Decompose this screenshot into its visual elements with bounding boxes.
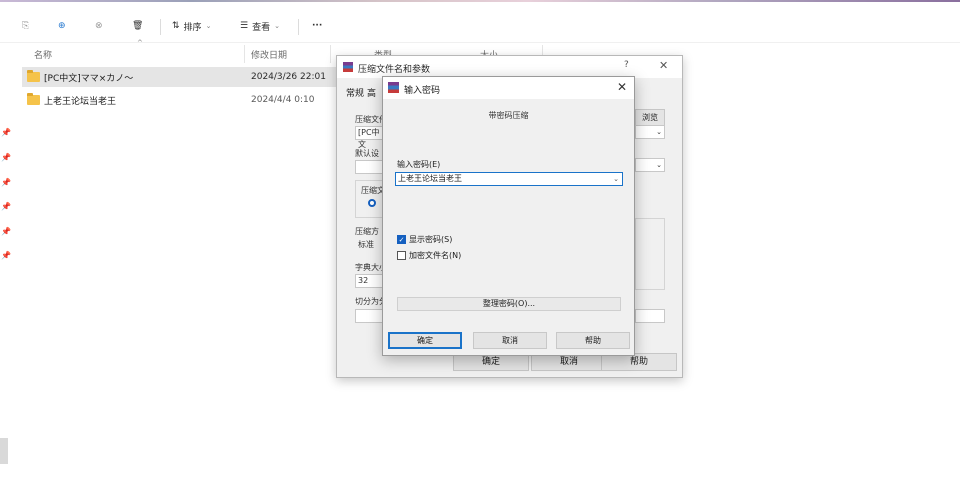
show-password-label: 显示密码(S): [409, 235, 453, 244]
password-dialog: 输入密码 ✕ 带密码压缩 输入密码(E) 上老王论坛当老王 ⌄ ✓ 显示密码(S…: [382, 76, 635, 356]
share-button[interactable]: ⊗: [95, 16, 103, 36]
pin-icon[interactable]: 📌: [1, 227, 11, 236]
file-name: [PC中文]ママ×カノ～: [44, 73, 134, 84]
pin-icon[interactable]: 📌: [1, 202, 11, 211]
dialog-title: 输入密码: [404, 86, 441, 96]
default-profile-label: 默认设: [355, 149, 379, 158]
dict-size-value[interactable]: 32: [355, 274, 383, 288]
pin-icon[interactable]: 📌: [1, 153, 11, 162]
view-label: 查看: [252, 22, 271, 33]
file-date: 2024/4/4 0:10: [251, 95, 315, 105]
format-radio[interactable]: [368, 199, 376, 207]
copy-icon: ⎘: [22, 20, 30, 31]
password-label: 输入密码(E): [397, 160, 441, 169]
file-row[interactable]: 上老王论坛当老王 2024/4/4 0:10: [22, 90, 340, 110]
dialog-title: 压缩文件名和参数: [358, 65, 431, 75]
profile-field[interactable]: [355, 160, 383, 174]
method-label: 压缩方: [355, 227, 379, 236]
checkbox-checked-icon: ✓: [397, 235, 406, 244]
file-name: 上老王论坛当老王: [44, 96, 117, 107]
view-button[interactable]: ☰ 查看 ⌄: [240, 16, 280, 36]
copy-button[interactable]: ⎘: [22, 16, 29, 36]
password-input[interactable]: 上老王论坛当老王 ⌄: [395, 172, 623, 186]
dialog-titlebar[interactable]: 输入密码 ✕: [383, 77, 634, 99]
cancel-button[interactable]: 取消: [473, 332, 547, 349]
pin-icon[interactable]: 📌: [1, 251, 11, 260]
chevron-down-icon: ⌄: [274, 22, 280, 30]
help-button[interactable]: 帮助: [556, 332, 630, 349]
file-row[interactable]: [PC中文]ママ×カノ～ 2024/3/26 22:01: [22, 67, 340, 87]
file-date: 2024/3/26 22:01: [251, 72, 326, 82]
pin-icon[interactable]: 📌: [1, 178, 11, 187]
toolbar-divider: [160, 19, 161, 35]
chevron-down-icon: ⌄: [656, 161, 662, 169]
password-value: 上老王论坛当老王: [398, 174, 462, 183]
more-icon: ···: [312, 21, 323, 31]
encrypt-filenames-checkbox[interactable]: 加密文件名(N): [397, 250, 461, 261]
sort-icon: ⇅: [172, 20, 180, 31]
help-icon[interactable]: ?: [624, 60, 629, 70]
options-group: [635, 218, 665, 290]
tab-advanced[interactable]: 高: [367, 86, 376, 99]
tab-general[interactable]: 常规: [346, 86, 364, 99]
sort-up-icon: ^: [137, 39, 143, 47]
delete-button[interactable]: 🗑: [132, 16, 143, 36]
share-icon: ⊗: [95, 20, 103, 31]
sort-label: 排序: [183, 22, 202, 33]
column-divider[interactable]: [330, 45, 331, 63]
desktop-wallpaper-strip: [0, 0, 960, 2]
chevron-down-icon[interactable]: ⌄: [613, 173, 619, 185]
split-volumes-field[interactable]: [355, 309, 383, 323]
chevron-down-icon: ⌄: [205, 22, 212, 30]
column-divider[interactable]: [244, 45, 245, 63]
method-value[interactable]: 标准: [355, 238, 383, 252]
dialog-subtitle: 带密码压缩: [488, 111, 529, 120]
archive-name-dropdown[interactable]: ⌄: [635, 125, 665, 139]
close-icon[interactable]: ✕: [617, 80, 627, 94]
winrar-icon: [343, 62, 353, 72]
trash-icon: 🗑: [132, 20, 144, 31]
sort-button[interactable]: ⇅ 排序 ⌄: [172, 16, 211, 36]
chevron-down-icon: ⌄: [656, 128, 662, 136]
toolbar-divider: [298, 19, 299, 35]
winrar-icon: [388, 82, 399, 93]
explorer-command-bar: ⎘ ⊕ ⊗ 🗑 ⇅ 排序 ⌄ ☰ 查看 ⌄ ···: [0, 10, 960, 42]
folder-icon: [27, 93, 40, 105]
column-modified[interactable]: 修改日期: [251, 48, 287, 61]
paste-icon: ⊕: [58, 20, 66, 31]
options-field[interactable]: [635, 309, 665, 323]
nav-scrollbar[interactable]: [0, 438, 8, 464]
view-icon: ☰: [240, 20, 249, 31]
organize-passwords-button[interactable]: 整理密码(O)...: [397, 297, 621, 311]
encrypt-filenames-label: 加密文件名(N): [409, 251, 462, 260]
paste-button[interactable]: ⊕: [58, 16, 66, 36]
pin-icon[interactable]: 📌: [1, 128, 11, 137]
archive-name-input[interactable]: [PC中文: [355, 126, 383, 149]
column-name[interactable]: 名称: [34, 48, 52, 61]
ok-button[interactable]: 确定: [388, 332, 462, 349]
checkbox-unchecked-icon: [397, 251, 406, 260]
show-password-checkbox[interactable]: ✓ 显示密码(S): [397, 234, 452, 245]
update-mode-dropdown[interactable]: ⌄: [635, 158, 665, 172]
close-icon[interactable]: ✕: [659, 59, 668, 72]
more-options-button[interactable]: ···: [312, 16, 322, 36]
folder-icon: [27, 70, 40, 82]
dialog-titlebar[interactable]: 压缩文件名和参数 ? ✕: [337, 56, 682, 78]
